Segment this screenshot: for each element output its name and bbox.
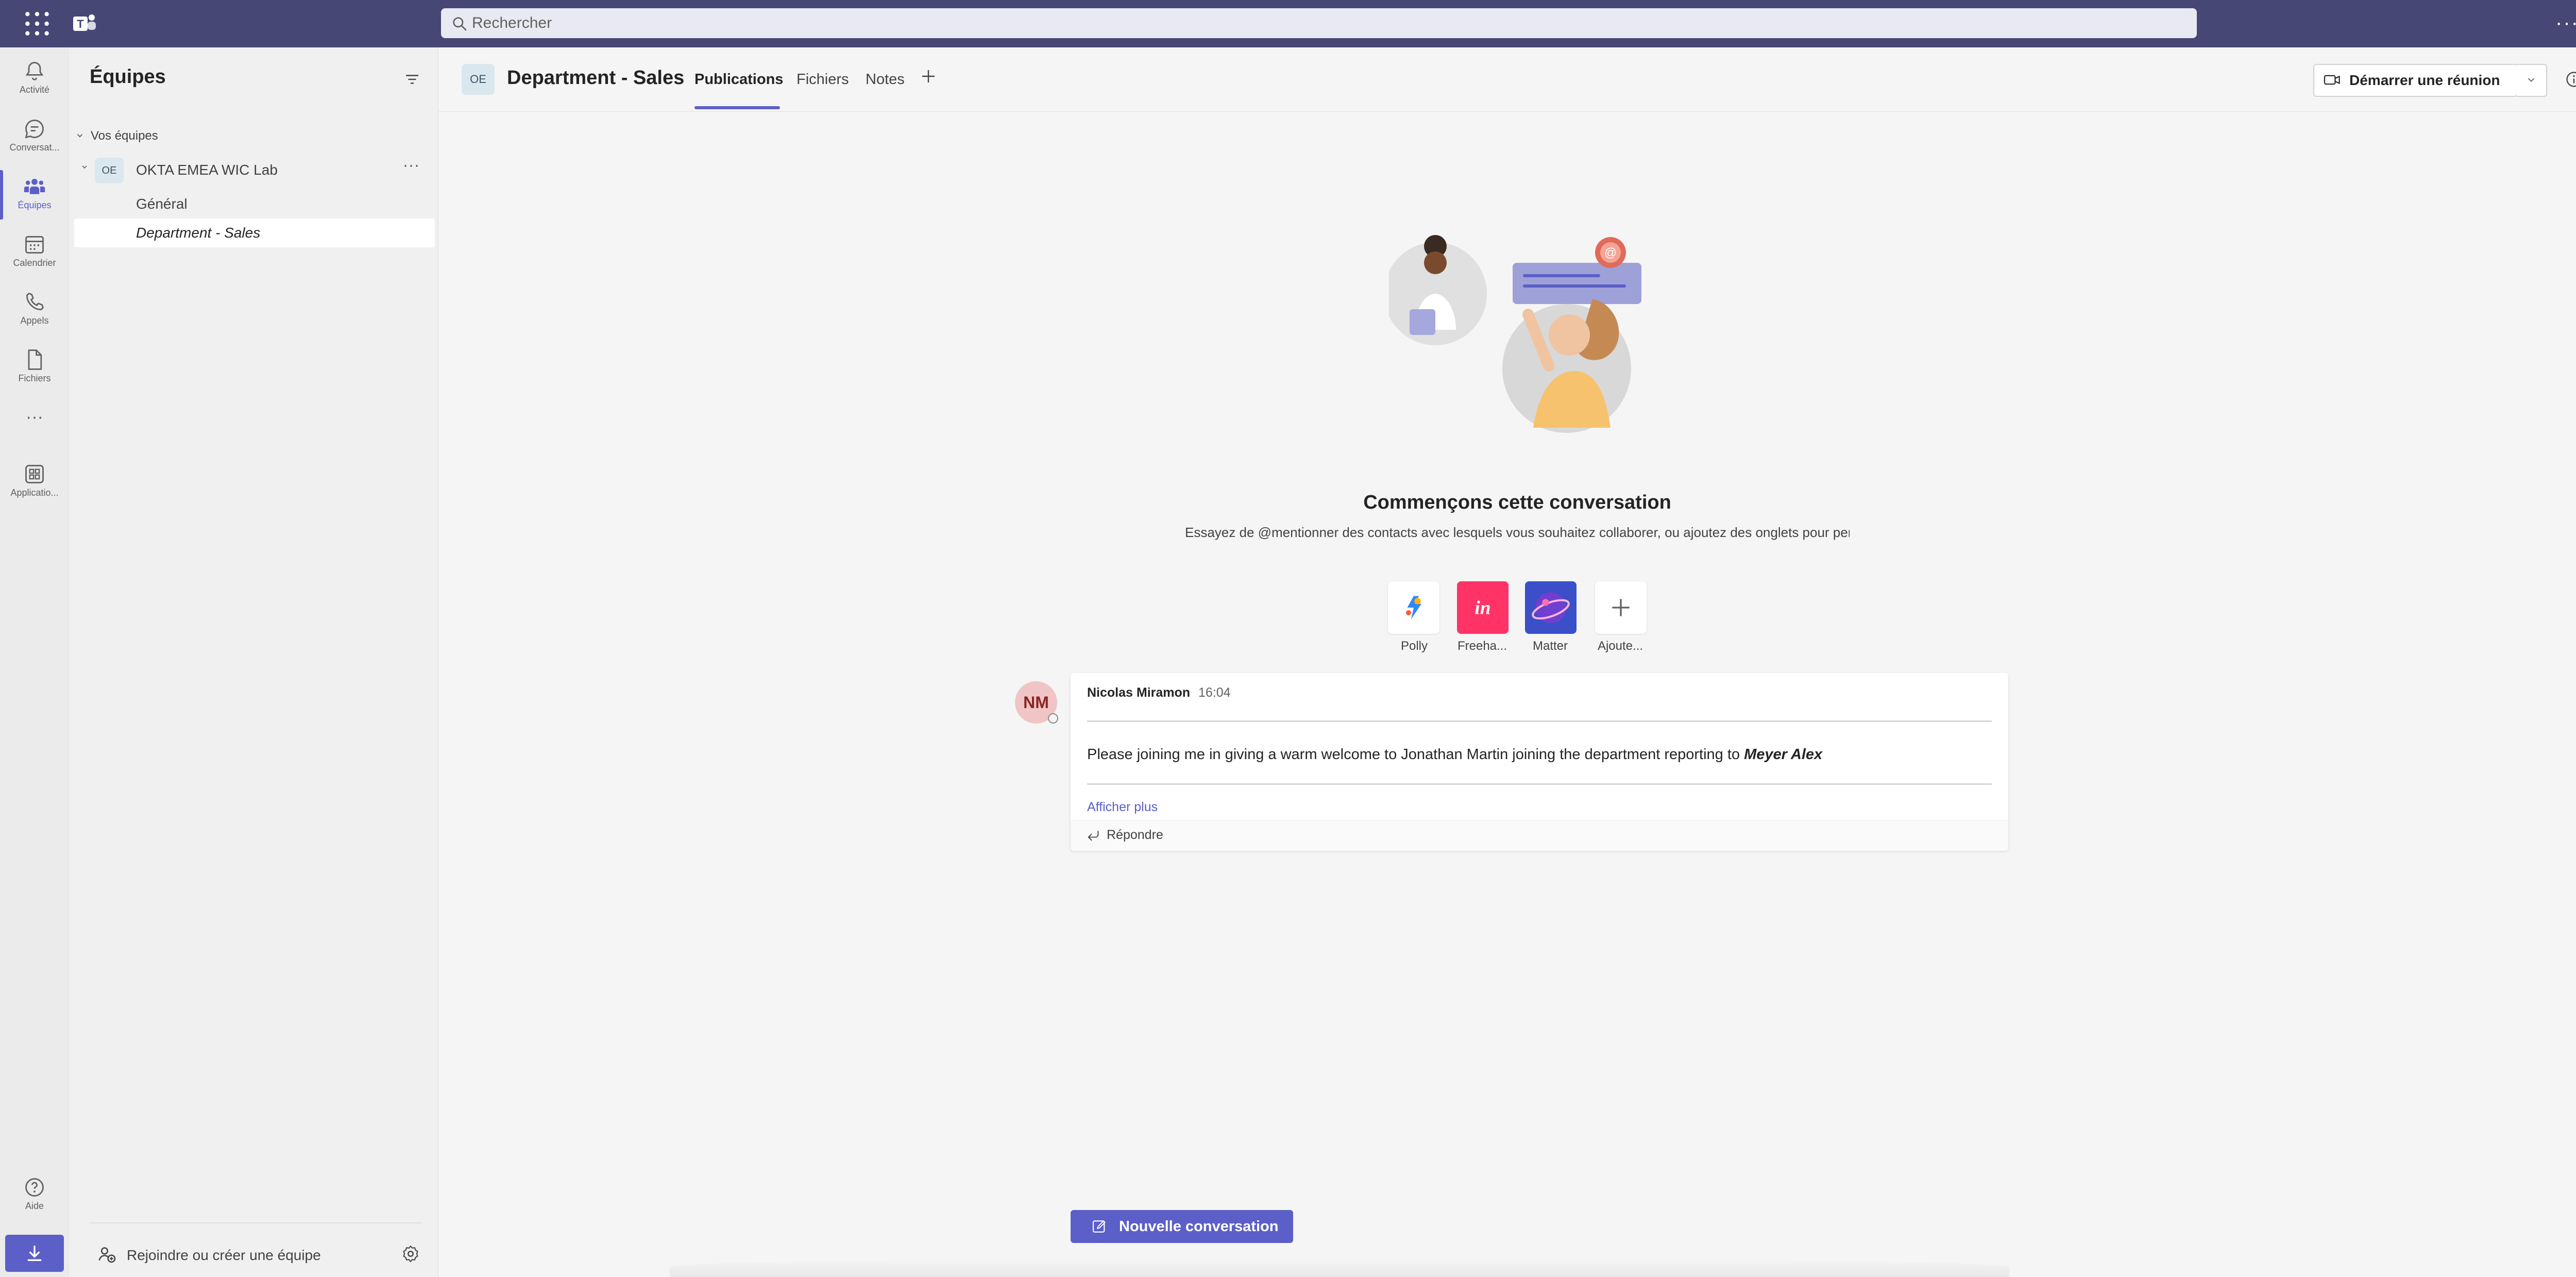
divider bbox=[1087, 720, 1992, 722]
chevron-down-icon[interactable] bbox=[80, 163, 89, 171]
rail-item-fichiers[interactable]: Fichiers bbox=[0, 343, 69, 397]
reply-bar[interactable] bbox=[1071, 820, 2008, 851]
your-teams-section-label[interactable]: Vos équipes bbox=[91, 129, 158, 143]
filter-icon[interactable] bbox=[403, 70, 421, 89]
active-tab-indicator bbox=[694, 106, 780, 109]
tab-fichiers[interactable]: Fichiers bbox=[796, 71, 849, 88]
show-more-link[interactable]: Afficher plus bbox=[1087, 800, 1158, 815]
start-meeting-label[interactable]: Démarrer une réunion bbox=[2349, 72, 2500, 89]
teams-panel-title: Équipes bbox=[90, 66, 166, 88]
team-name[interactable]: OKTA EMEA WIC Lab bbox=[136, 162, 278, 178]
rail-item-label: Aide bbox=[25, 1201, 44, 1211]
rail-item-conversations[interactable]: Conversat... bbox=[0, 112, 69, 166]
empty-state-subtitle: Essayez de @mentionner des contacts avec… bbox=[1185, 525, 1850, 540]
conversation-illustration: @ bbox=[1389, 235, 1641, 433]
app-label-polly: Polly bbox=[1400, 639, 1428, 653]
search-icon bbox=[453, 17, 467, 31]
message-timestamp: 16:04 bbox=[1198, 685, 1231, 700]
rail-item-appels[interactable]: Appels bbox=[0, 285, 69, 339]
video-camera-icon bbox=[2324, 75, 2340, 85]
app-launcher-icon[interactable] bbox=[23, 9, 52, 38]
reply-button[interactable]: Répondre bbox=[1107, 828, 1163, 843]
rail-item-more[interactable]: ··· bbox=[0, 407, 69, 461]
apps-icon bbox=[25, 465, 44, 483]
rail-item-label: Applicatio... bbox=[10, 488, 59, 498]
invision-freehand-logo-icon: in bbox=[1475, 598, 1490, 619]
new-conversation-label[interactable]: Nouvelle conversation bbox=[1119, 1218, 1278, 1235]
svg-text:T: T bbox=[77, 18, 84, 30]
rail-item-label: Appels bbox=[20, 315, 49, 326]
plus-icon bbox=[1612, 599, 1630, 616]
compose-icon bbox=[1092, 1220, 1106, 1233]
svg-text:@: @ bbox=[1604, 246, 1617, 260]
app-tile-freehand[interactable]: in bbox=[1457, 581, 1509, 634]
svg-text:in: in bbox=[1475, 598, 1490, 619]
settings-more-button[interactable]: ··· bbox=[2555, 11, 2576, 35]
channel-item-department-sales[interactable]: Department - Sales bbox=[136, 225, 260, 241]
message-author[interactable]: Nicolas Miramon bbox=[1087, 685, 1190, 700]
bell-icon bbox=[25, 62, 44, 80]
app-label-matter: Matter bbox=[1532, 639, 1568, 653]
divider bbox=[90, 1222, 421, 1223]
download-icon bbox=[27, 1246, 42, 1261]
message-body-text: Please joining me in giving a warm welco… bbox=[1087, 746, 1744, 763]
add-tab-icon[interactable] bbox=[919, 67, 938, 86]
join-team-icon[interactable] bbox=[97, 1244, 117, 1265]
tab-publications[interactable]: Publications bbox=[694, 71, 783, 88]
search-placeholder[interactable]: Rechercher bbox=[472, 14, 552, 32]
reply-icon bbox=[1088, 830, 1099, 841]
team-avatar: OE bbox=[95, 158, 124, 183]
rail-item-activite[interactable]: Activité bbox=[0, 55, 69, 108]
rail-item-label: Activité bbox=[19, 85, 50, 95]
tab-notes[interactable]: Notes bbox=[866, 71, 905, 88]
rail-item-aide[interactable]: Aide bbox=[0, 1171, 69, 1224]
rail-item-label: Calendrier bbox=[13, 258, 56, 268]
channel-item-general[interactable]: Général bbox=[136, 196, 188, 212]
app-tile-matter[interactable] bbox=[1525, 581, 1577, 634]
polly-logo-icon bbox=[1406, 596, 1421, 619]
file-icon bbox=[28, 349, 42, 370]
team-more-options-button[interactable]: ··· bbox=[403, 157, 420, 174]
chat-icon bbox=[25, 120, 44, 139]
join-or-create-team-link[interactable]: Rejoindre ou créer une équipe bbox=[127, 1247, 321, 1264]
rail-item-equipes[interactable]: Équipes bbox=[0, 170, 69, 224]
rail-item-label: Fichiers bbox=[18, 373, 51, 383]
add-app-tile[interactable] bbox=[1595, 581, 1647, 634]
info-icon[interactable] bbox=[2565, 70, 2576, 89]
gear-icon[interactable] bbox=[401, 1244, 420, 1264]
app-label-freehand: Freeha... bbox=[1457, 639, 1507, 653]
rail-item-label: Équipes bbox=[18, 200, 52, 210]
more-icon: ··· bbox=[26, 407, 43, 427]
chevron-down-icon bbox=[2528, 78, 2535, 82]
message-body: Please joining me in giving a warm welco… bbox=[1087, 746, 1822, 763]
rail-item-calendrier[interactable]: Calendrier bbox=[0, 228, 69, 281]
rail-item-label: Conversat... bbox=[9, 142, 60, 153]
app-label-add: Ajoute... bbox=[1597, 639, 1643, 653]
rail-item-applications[interactable]: Applicatio... bbox=[0, 458, 69, 511]
search-input[interactable] bbox=[441, 8, 2197, 38]
app-tile-polly[interactable] bbox=[1388, 581, 1439, 634]
presence-offline-icon bbox=[1048, 713, 1058, 724]
teams-logo-icon: T bbox=[73, 14, 96, 31]
help-icon bbox=[25, 1178, 44, 1197]
channel-title: Department - Sales bbox=[507, 67, 685, 89]
compose-area-shadow bbox=[670, 1257, 2009, 1277]
matter-logo-icon bbox=[1532, 592, 1570, 623]
divider bbox=[1087, 783, 1992, 785]
teams-icon bbox=[24, 178, 45, 194]
phone-icon bbox=[26, 293, 44, 311]
calendar-icon bbox=[25, 236, 44, 254]
chevron-down-icon[interactable] bbox=[75, 131, 84, 140]
download-app-button[interactable] bbox=[5, 1235, 64, 1272]
message-body-mention: Meyer Alex bbox=[1744, 746, 1823, 763]
empty-state-title: Commençons cette conversation bbox=[1363, 492, 1671, 513]
channel-team-avatar: OE bbox=[462, 64, 495, 95]
